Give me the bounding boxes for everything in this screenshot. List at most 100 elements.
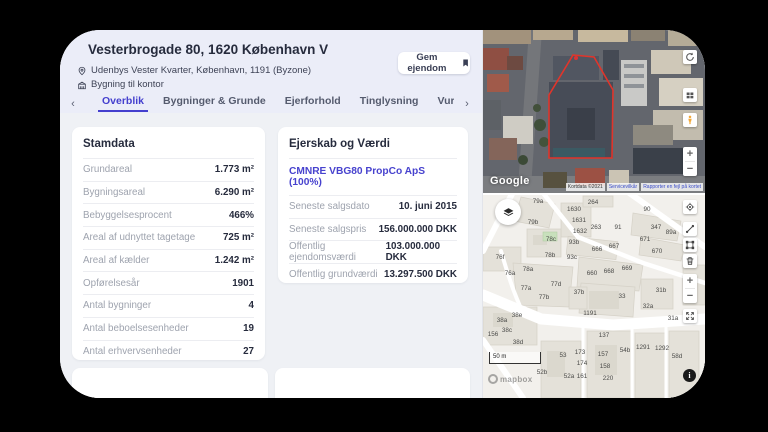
page-title: Vesterbrogade 80, 1620 København V (88, 42, 328, 57)
tabs-list: Overblik Bygninger & Grunde Ejerforhold Tin… (86, 95, 458, 112)
rotate-map-button[interactable] (683, 50, 697, 64)
draw-polygon-button[interactable] (683, 238, 697, 252)
map-attribution: Kortdata ©2021 Servicevilkår Rapporter e… (566, 183, 703, 191)
zoom-in-button[interactable]: + (683, 147, 697, 161)
subtitle-text: Udenbys Vester Kvarter, København, 1191 … (91, 65, 311, 76)
owner-link[interactable]: CMNRE VBG80 PropCo ApS (100%) (289, 158, 457, 195)
tabs-scroll-right-icon[interactable]: › (454, 98, 480, 110)
map-label-37b: 37b (574, 289, 585, 296)
map-label-77a: 77a (521, 285, 532, 292)
report-error-link[interactable]: Rapporter en fejl på kortet (641, 183, 703, 191)
map-label-52b: 52b (537, 369, 548, 376)
map-label-93c: 93c (567, 254, 577, 261)
map-label-54b: 54b (620, 347, 631, 354)
satellite-zoom-control: + − (683, 147, 697, 176)
attribution-text: Kortdata ©2021 (566, 183, 605, 191)
map-label-161: 161 (577, 373, 588, 380)
map-label-670: 670 (652, 248, 663, 255)
fullscreen-button[interactable] (683, 309, 697, 323)
map-label-31b: 31b (656, 287, 667, 294)
map-label-33: 33 (618, 293, 626, 300)
map-label-1631: 1631 (572, 217, 587, 224)
ownership-card: Ejerskab og Værdi CMNRE VBG80 PropCo ApS… (278, 127, 468, 283)
pegman-streetview-button[interactable] (683, 113, 697, 127)
geolocate-button[interactable] (683, 200, 697, 214)
map-label-137: 137 (599, 332, 610, 339)
table-row: Seneste salgsdato10. juni 2015 (289, 195, 457, 218)
satellite-map[interactable]: + − Google Kortdata ©2021 Servicevilkår … (483, 30, 705, 193)
map-label-264: 264 (588, 199, 599, 206)
table-row: Grundareal 1.773 m² (83, 158, 254, 181)
partial-card-left (72, 368, 268, 398)
map-label-671: 671 (640, 236, 651, 243)
map-label-93b: 93b (569, 239, 580, 246)
measure-ruler-button[interactable] (683, 222, 697, 236)
row-value: 1901 (232, 278, 254, 289)
table-row: Offentlig grundværdi13.297.500 DKK (289, 263, 457, 286)
zoom-out-button[interactable]: − (683, 162, 697, 176)
row-label: Areal af kælder (83, 255, 149, 266)
tab-bar: ‹ Overblik Bygninger & Grunde Ejerforhold T… (60, 94, 482, 113)
tabs-scroll-left-icon[interactable]: ‹ (60, 98, 86, 110)
table-row: Antal bygninger 4 (83, 294, 254, 317)
table-row: Areal af udnyttet tagetage725 m² (83, 226, 254, 249)
mapbox-logo: mapbox (488, 374, 532, 384)
map-label-156: 156 (488, 331, 499, 338)
save-property-button[interactable]: Gem ejendom (398, 52, 470, 74)
table-row: Areal af kælder1.242 m² (83, 249, 254, 272)
stamdata-title: Stamdata (83, 127, 254, 158)
row-label: Antal bygninger (83, 300, 151, 311)
save-button-label: Gem ejendom (398, 52, 456, 74)
row-label: Antal beboelsesenheder (83, 323, 189, 334)
row-value: 1.773 m² (215, 164, 254, 175)
row-value: 4 (249, 300, 254, 311)
delete-drawing-button[interactable] (683, 254, 697, 268)
property-header: Vesterbrogade 80, 1620 København V Udenb… (60, 30, 482, 113)
property-detail-panel: Vesterbrogade 80, 1620 København V Udenb… (60, 30, 483, 398)
street-zoom-out-button[interactable]: − (683, 289, 697, 303)
street-map-canvas: 79a26416309079b16312639134789a163267178c… (483, 195, 705, 398)
satellite-imagery (483, 30, 705, 193)
tab-tinglysning[interactable]: Tinglysning (360, 95, 419, 112)
bookmark-icon (461, 58, 470, 68)
map-label-220: 220 (603, 375, 614, 382)
map-label-78a: 78a (523, 266, 534, 273)
row-label: Antal erhvervsenheder (83, 346, 182, 357)
map-label-1292: 1292 (655, 345, 670, 352)
map-label-347: 347 (651, 224, 662, 231)
map-label-660: 660 (587, 270, 598, 277)
tab-overblik[interactable]: Overblik (102, 95, 144, 112)
map-label-91: 91 (614, 224, 622, 231)
row-label: Grundareal (83, 164, 132, 175)
location-pin-icon (77, 66, 87, 76)
scale-bar: 50 m (489, 352, 541, 364)
terms-link[interactable]: Servicevilkår (607, 183, 639, 191)
street-map[interactable]: 79a26416309079b16312639134789a163267178c… (483, 195, 705, 398)
partial-card-right (275, 368, 470, 398)
map-label-78c: 78c (546, 236, 556, 243)
map-label-263: 263 (591, 224, 602, 231)
map-label-32a: 32a (643, 303, 654, 310)
row-value: 156.000.000 DKK (379, 224, 457, 235)
row-value: 19 (243, 323, 254, 334)
tab-bygninger-grunde[interactable]: Bygninger & Grunde (163, 95, 266, 112)
info-button[interactable]: i (683, 369, 696, 382)
map-label-77b: 77b (539, 294, 550, 301)
table-row: Seneste salgspris156.000.000 DKK (289, 218, 457, 241)
map-label-76a: 76a (505, 270, 516, 277)
property-window: Vesterbrogade 80, 1620 København V Udenb… (60, 30, 705, 398)
tab-ejerforhold[interactable]: Ejerforhold (285, 95, 341, 112)
row-value: 27 (243, 346, 254, 357)
row-value: 725 m² (223, 232, 254, 243)
street-zoom-in-button[interactable]: + (683, 274, 697, 288)
tilt-45-button[interactable] (683, 88, 697, 102)
map-label-89a: 89a (666, 229, 677, 236)
map-label-76f: 76f (496, 254, 505, 261)
map-label-667: 667 (609, 243, 620, 250)
map-panel: + − Google Kortdata ©2021 Servicevilkår … (483, 30, 705, 398)
map-label-1191: 1191 (583, 310, 597, 317)
building-icon (77, 80, 87, 90)
table-row: Opførelsesår1901 (83, 271, 254, 294)
map-label-31a: 31a (668, 315, 679, 322)
layers-button[interactable] (495, 199, 521, 225)
